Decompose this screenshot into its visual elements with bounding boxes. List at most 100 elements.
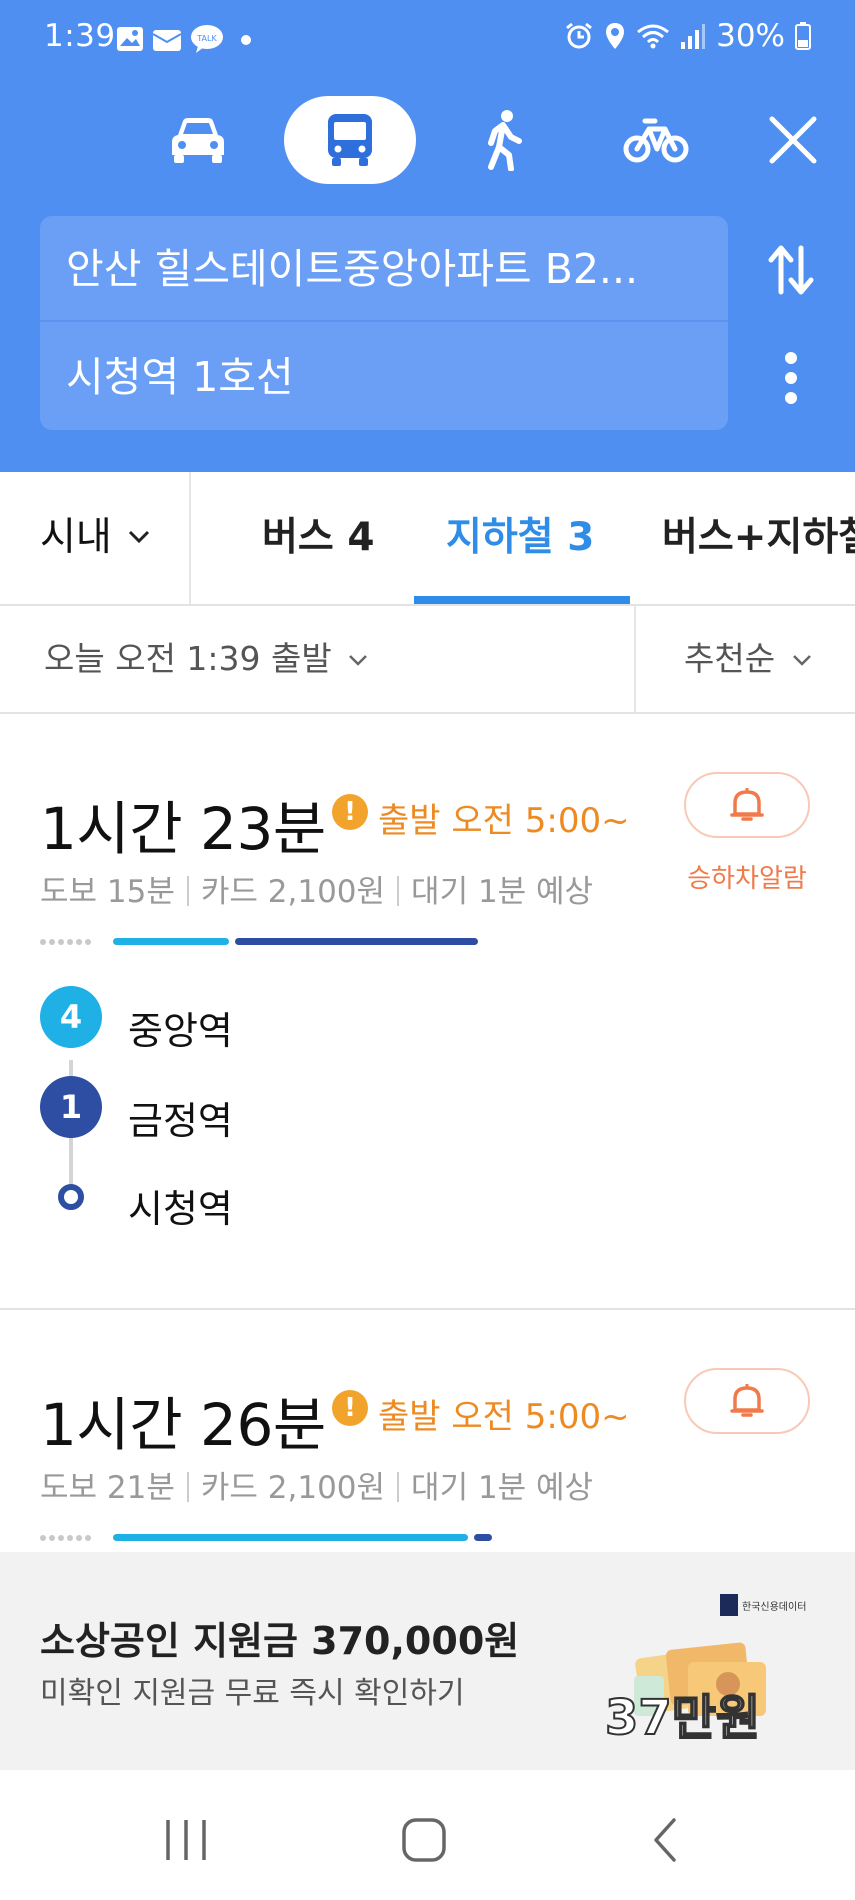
ad-subtitle: 미확인 지원금 무료 즉시 확인하기 — [40, 1676, 465, 1711]
ad-brand: 한국신용데이터 — [742, 1602, 807, 1613]
walk-dot — [67, 1535, 73, 1541]
wait-time: 대기 1분 예상 — [411, 1470, 594, 1506]
sort-selector[interactable]: 추천순 — [684, 606, 812, 712]
route-info: 도보 15분 카드 2,100원 대기 1분 예상 — [40, 866, 593, 911]
home-icon[interactable] — [400, 1816, 448, 1864]
stop-name: 중앙역 — [128, 1009, 233, 1053]
boarding-alarm-button[interactable] — [684, 772, 810, 838]
mail-icon — [152, 30, 182, 51]
walk-dot — [85, 939, 91, 945]
boarding-alarm-button[interactable] — [684, 1368, 810, 1434]
chevron-down-icon — [792, 655, 811, 666]
route-duration: 1시간 26분 — [40, 1391, 326, 1459]
ad-banner[interactable]: 소상공인 지원금 370,000원 미확인 지원금 무료 즉시 확인하기 한국신… — [0, 1552, 855, 1770]
bell-icon — [730, 788, 764, 821]
status-bar: 1:39 TALK 30% — [0, 0, 855, 80]
swap-route-button[interactable] — [751, 230, 831, 310]
walk-dot — [67, 939, 73, 945]
walk-time: 도보 21분 — [40, 1470, 175, 1506]
signal-icon — [681, 24, 706, 49]
swap-icon — [768, 245, 814, 295]
boarding-alarm-label: 승하차알람 — [687, 864, 807, 894]
bell-icon — [730, 1384, 764, 1417]
more-vertical-icon — [785, 352, 797, 404]
mode-car-button[interactable] — [132, 96, 264, 184]
walk-dot — [49, 1535, 55, 1541]
mode-walk-button[interactable] — [438, 96, 570, 184]
walk-dot — [76, 1535, 82, 1541]
warning-icon: ! — [332, 794, 368, 830]
tab-subway[interactable]: 지하철 3 — [446, 472, 594, 604]
route-result-card[interactable]: 1시간 23분 ! 출발 오전 5:00~ 도보 15분 카드 2,100원 대기 … — [0, 714, 855, 1310]
destination-field[interactable]: 시청역 1호선 — [40, 324, 728, 430]
region-dropdown[interactable]: 시내 — [40, 472, 150, 604]
more-options-button[interactable] — [751, 338, 831, 418]
svg-text:TALK: TALK — [196, 34, 217, 43]
ad-title: 소상공인 지원금 370,000원 — [40, 1619, 520, 1663]
walk-dot — [85, 1535, 91, 1541]
walk-dot — [76, 939, 82, 945]
warning-icon: ! — [332, 1390, 368, 1426]
walk-dot — [58, 1535, 64, 1541]
active-tab-indicator — [414, 596, 630, 604]
line1-segment — [235, 938, 478, 945]
mode-bike-button[interactable] — [590, 96, 722, 184]
transit-tabs: 시내 버스 4 지하철 3 버스+지하철 — [0, 472, 855, 606]
line4-segment — [113, 1534, 468, 1541]
battery-icon — [795, 22, 811, 50]
tab-divider — [189, 472, 191, 604]
tab-bus[interactable]: 버스 4 — [262, 472, 374, 604]
fare: 카드 2,100원 — [200, 874, 386, 910]
status-right: 30% — [564, 18, 811, 54]
route-info: 도보 21분 카드 2,100원 대기 1분 예상 — [40, 1462, 593, 1507]
walk-time: 도보 15분 — [40, 874, 175, 910]
departure-time-label: 오늘 오전 1:39 출발 — [44, 639, 332, 678]
departure-warning: 출발 오전 5:00~ — [378, 801, 630, 841]
status-time: 1:39 — [44, 18, 116, 54]
sort-label: 추천순 — [684, 639, 776, 678]
walk-dot — [49, 939, 55, 945]
region-label: 시내 — [40, 515, 112, 560]
walk-dot — [40, 1535, 46, 1541]
walk-dot — [58, 939, 64, 945]
alarm-clock-icon — [566, 22, 593, 49]
chevron-down-icon — [349, 655, 368, 666]
back-icon[interactable] — [650, 1816, 680, 1864]
bicycle-icon — [623, 118, 689, 163]
destination-dot-icon — [58, 1184, 84, 1210]
mode-transit-button[interactable] — [284, 96, 416, 184]
car-icon — [172, 118, 224, 163]
stop-name: 시청역 — [128, 1187, 233, 1231]
route-duration: 1시간 23분 — [40, 795, 326, 863]
fare: 카드 2,100원 — [200, 1470, 386, 1506]
kakaotalk-icon: TALK — [191, 25, 223, 53]
route-result-card[interactable]: 1시간 26분 ! 출발 오전 5:00~ 도보 21분 카드 2,100원 대기 … — [0, 1310, 855, 1550]
origin-field[interactable]: 안산 힐스테이트중앙아파트 B2... — [40, 216, 728, 322]
filter-bar: 오늘 오전 1:39 출발 추천순 — [0, 606, 855, 714]
close-button[interactable] — [740, 96, 846, 184]
recent-apps-icon[interactable] — [164, 1818, 208, 1862]
walk-icon — [488, 110, 522, 171]
kcd-logo-icon — [720, 1594, 738, 1616]
battery-percent: 30% — [716, 18, 785, 54]
wifi-icon — [637, 24, 670, 49]
filter-divider — [634, 606, 636, 712]
close-icon — [769, 116, 817, 164]
chevron-down-icon — [129, 530, 150, 544]
route-header: 1:39 TALK 30% 안산 힐스테이트중앙아파트 B2... 시청역 1호… — [0, 0, 855, 472]
gallery-icon — [117, 27, 143, 51]
line1-segment — [474, 1534, 492, 1541]
system-nav-bar — [0, 1770, 855, 1900]
line1-badge: 1 — [40, 1076, 102, 1138]
stop-name: 금정역 — [128, 1099, 233, 1143]
route-inputs: 안산 힐스테이트중앙아파트 B2... 시청역 1호선 — [40, 216, 728, 430]
wait-time: 대기 1분 예상 — [411, 874, 594, 910]
departure-time-selector[interactable]: 오늘 오전 1:39 출발 — [44, 606, 368, 712]
departure-warning: 출발 오전 5:00~ — [378, 1397, 630, 1437]
tab-bus-subway[interactable]: 버스+지하철 — [662, 472, 855, 604]
line4-badge: 4 — [40, 986, 102, 1048]
ad-badge: 37만원 — [604, 1689, 761, 1747]
bus-icon — [328, 114, 372, 166]
location-icon — [606, 23, 625, 49]
notification-dot-icon — [241, 35, 251, 45]
